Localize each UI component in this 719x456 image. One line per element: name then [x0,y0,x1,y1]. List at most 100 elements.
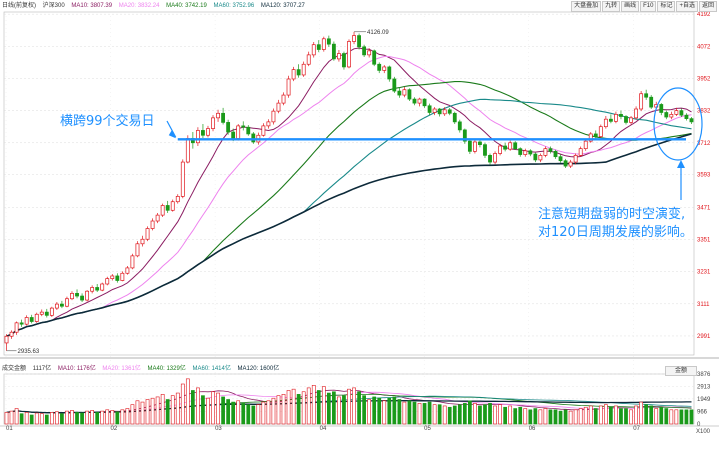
volume-bar [271,397,276,425]
volume-bar [347,388,351,425]
volume-bar [603,404,608,425]
volume-bar [29,414,34,425]
volume-bar [548,409,553,425]
candle-body [367,50,372,56]
volume-bar [447,406,452,425]
candle-body [598,126,603,137]
volume-bar [276,395,281,425]
candle-body [140,238,145,245]
price-tick-label: 3471 [697,205,711,211]
candle-body [296,69,301,76]
candle-body [347,41,351,68]
ma-line-ma20 [6,56,692,337]
candle-body [397,90,402,96]
volume-bar [609,406,613,425]
candle-body [185,138,190,163]
candle-body [49,307,54,316]
candle-body [337,53,341,60]
volume-bar [619,408,623,425]
volume-bar [286,390,291,425]
volume-bar [34,412,39,425]
candle-body [659,104,664,113]
candle-body [201,130,205,136]
volume-bar [85,410,89,425]
candle-body [221,112,225,123]
candle-body [130,255,135,269]
price-tick-label: 3111 [697,302,710,308]
candle-body [160,205,165,216]
candle-body [100,283,105,291]
candle-body [266,121,271,127]
volume-legend-ma60: MA60: 1414亿 [192,366,231,372]
candle-body [331,43,336,60]
volume-bar [533,408,538,425]
right-annotation-line1: 注意短期盘弱的时空演变, [538,206,685,222]
volume-bar [442,405,447,425]
candle-body [291,69,296,80]
volume-bar [518,406,523,425]
toolbar-back-button[interactable]: 返回 [698,1,717,12]
candle-body [120,272,125,281]
volume-bar [689,409,694,425]
volume-bar [362,395,366,425]
candle-body [573,155,578,163]
candle-body [110,275,115,279]
volume-bar [196,387,200,425]
candle-body [9,331,14,337]
volume-bar [654,408,659,425]
candle-body [342,53,346,68]
volume-bar [674,409,679,425]
legend-name: 日线(前复权) [2,3,36,9]
toolbar-watchlist-button[interactable]: +自选 [676,1,698,12]
toolbar-index-overlay-button[interactable]: 大盘叠加 [571,1,602,12]
candle-body [513,142,518,150]
candle-body [326,38,331,45]
volume-bar [256,404,261,425]
volume-bar [452,405,457,425]
toolbar-mark-button[interactable]: 标记 [657,1,676,12]
volume-bar [558,410,563,425]
candle-body [14,322,19,333]
candle-body [251,133,256,143]
candle-body [145,228,150,240]
volume-bar [165,399,170,425]
volume-mode-dropdown[interactable]: 金额 [665,366,697,376]
candle-body [442,109,447,115]
candle-body [402,89,407,96]
volume-bar [468,400,472,425]
legend-ma40: MA40: 3742.19 [166,3,207,9]
volume-tick-label: 1949 [697,397,711,403]
legend-ma10: MA10: 3807.39 [71,3,113,9]
volume-bar [402,401,407,425]
toolbar-f10-button[interactable]: F10 [640,1,657,12]
candle-body [417,98,422,104]
volume-legend-ma20: MA20: 1361亿 [102,366,141,372]
candle-body [478,141,482,145]
x-tick-label: 05 [424,426,431,432]
price-tick-label: 2991 [697,334,711,340]
volume-bar [614,405,618,425]
candle-body [377,63,382,71]
candle-body [563,160,568,167]
volume-bar [110,410,115,425]
volume-legend-ma40: MA40: 1329亿 [147,366,186,372]
legend-ma120: MA120: 3707.27 [260,3,305,9]
price-tick-label: 4192 [697,12,711,18]
candle-body [75,293,79,297]
volume-bar [422,403,427,425]
candle-body [593,133,598,137]
toolbar-nine-turn-button[interactable]: 九转 [602,1,621,12]
candle-body [679,110,684,116]
volume-bar [180,383,185,425]
candle-body [543,148,548,156]
volume-bar [261,401,266,425]
toolbar-draw-button[interactable]: 画线 [621,1,640,12]
candle-body [271,110,276,123]
volume-bar [100,410,105,425]
low-price-label: 2935.63 [18,349,40,355]
candle-body [548,148,553,152]
candle-body [276,102,281,112]
volume-bar [332,391,336,425]
candle-body [608,118,613,122]
volume-tick-label: 2913 [697,384,711,390]
